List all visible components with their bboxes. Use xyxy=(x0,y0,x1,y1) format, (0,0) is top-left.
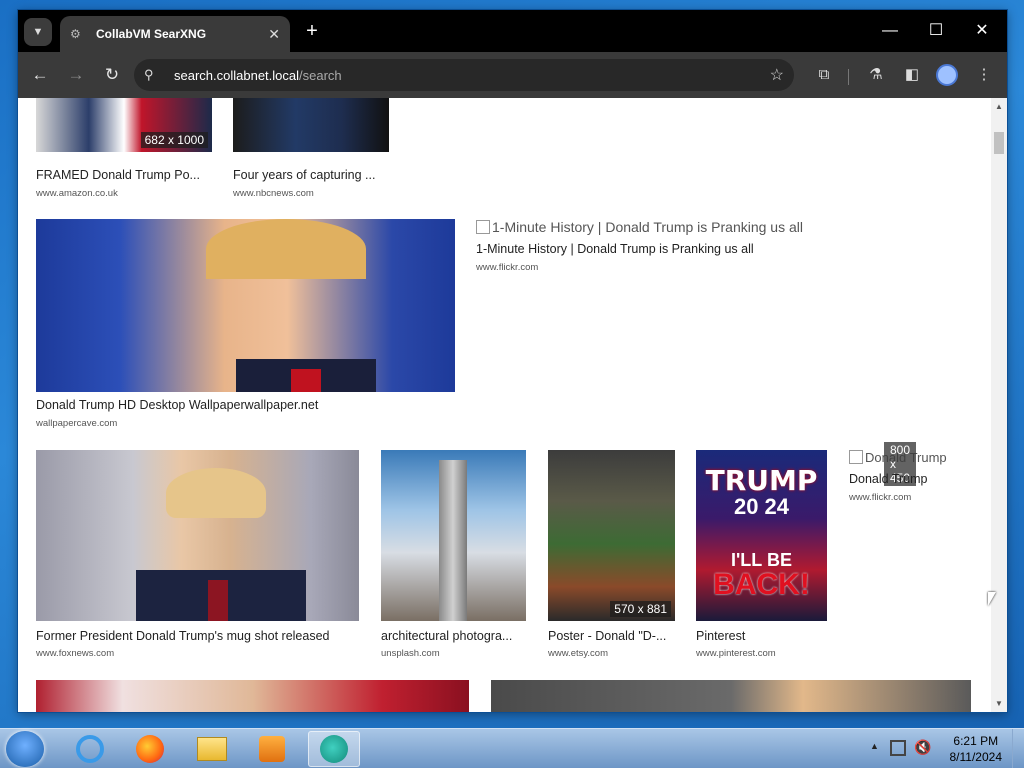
start-button[interactable] xyxy=(6,731,44,767)
result-thumbnail[interactable] xyxy=(491,680,971,712)
volume-muted-icon[interactable]: 🔇 xyxy=(914,739,931,756)
arrow-left-icon: ← xyxy=(31,65,49,84)
show-desktop-button[interactable] xyxy=(1012,729,1024,768)
close-tab-icon[interactable]: ✕ xyxy=(268,26,280,43)
maximize-button[interactable]: ☐ xyxy=(914,16,958,46)
image-dimensions: 570 x 881 xyxy=(610,601,671,617)
result-title[interactable]: Pinterest xyxy=(696,629,826,643)
alt-text: 1-Minute History | Donald Trump is Prank… xyxy=(492,219,803,235)
result-title[interactable]: Former President Donald Trump's mug shot… xyxy=(36,629,360,643)
result-thumbnail[interactable] xyxy=(233,98,389,152)
firefox-icon xyxy=(136,735,164,763)
result-thumbnail[interactable] xyxy=(36,680,469,712)
site-info-icon[interactable]: ⚲ xyxy=(144,67,166,83)
result-title[interactable]: Four years of capturing ... xyxy=(233,168,389,182)
result-source: wallpapercave.com xyxy=(36,418,118,429)
labs-flask-icon[interactable]: ⚗ xyxy=(864,63,888,87)
chevron-down-icon: ▼ xyxy=(32,26,44,38)
hair-shape xyxy=(166,468,266,518)
collabvm-browser-icon xyxy=(320,735,348,763)
title-bar: ▼ ⚙ CollabVM SearXNG ✕ + — ☐ ✕ xyxy=(18,10,1007,52)
building-shape xyxy=(439,460,467,621)
result-source: www.foxnews.com xyxy=(36,648,115,659)
url-host: search.collabnet.local xyxy=(174,67,300,83)
result-source: unsplash.com xyxy=(381,648,440,659)
broken-image-icon xyxy=(849,450,863,464)
result-title[interactable]: FRAMED Donald Trump Po... xyxy=(36,168,214,182)
clock-date: 8/11/2024 xyxy=(949,750,1003,764)
mouse-cursor-icon xyxy=(988,592,996,606)
forward-button[interactable]: → xyxy=(64,63,88,87)
reload-button[interactable]: ↻ xyxy=(100,63,124,87)
result-thumbnail[interactable]: 570 x 881 xyxy=(548,450,675,621)
scroll-down-icon[interactable]: ▼ xyxy=(995,699,1003,708)
taskbar-chrome-active[interactable] xyxy=(308,731,360,767)
scroll-up-icon[interactable]: ▲ xyxy=(995,102,1003,111)
hair-shape xyxy=(206,219,366,279)
minimize-button[interactable]: — xyxy=(868,16,912,46)
taskbar-file-explorer[interactable] xyxy=(186,731,238,767)
url-text[interactable]: search.collabnet.local/search xyxy=(174,68,770,83)
poster-text-trump: TRUMP xyxy=(705,464,818,497)
arrow-right-icon: → xyxy=(67,65,85,84)
browser-window: ▼ ⚙ CollabVM SearXNG ✕ + — ☐ ✕ ← → ↻ ⚲ s… xyxy=(18,10,1007,712)
back-button[interactable]: ← xyxy=(28,63,52,87)
poster-text-year: 20 24 xyxy=(733,494,790,519)
broken-image-icon xyxy=(476,220,490,234)
url-path: /search xyxy=(299,67,342,83)
result-thumbnail[interactable]: 682 x 1000 xyxy=(36,98,212,152)
result-source: www.nbcnews.com xyxy=(233,188,314,199)
result-title[interactable]: Donald Trump xyxy=(849,472,979,486)
vertical-scrollbar[interactable]: ▲ ▼ xyxy=(991,98,1007,712)
tray-show-hidden-icon[interactable]: ▲ xyxy=(870,741,879,751)
searxng-favicon-icon: ⚙ xyxy=(70,27,81,41)
system-clock[interactable]: 6:21 PM 8/11/2024 xyxy=(950,733,1003,765)
tie-shape xyxy=(291,369,321,392)
result-source: www.etsy.com xyxy=(548,648,609,659)
network-icon[interactable] xyxy=(890,740,906,756)
image-dimensions: 682 x 1000 xyxy=(140,132,208,148)
toolbar-separator xyxy=(848,69,849,85)
clock-time: 6:21 PM xyxy=(953,734,999,748)
tab-collabvm-searxng[interactable]: ⚙ CollabVM SearXNG ✕ xyxy=(60,16,290,52)
folder-icon xyxy=(197,737,227,761)
address-bar[interactable]: ⚲ search.collabnet.local/search ☆ xyxy=(134,59,794,91)
extensions-icon[interactable]: ⧉ xyxy=(812,63,836,87)
result-source: www.pinterest.com xyxy=(696,648,776,659)
taskbar: ▲ 🔇 6:21 PM 8/11/2024 xyxy=(0,728,1024,768)
result-title[interactable]: Poster - Donald "D-... xyxy=(548,629,676,643)
taskbar-media-player[interactable] xyxy=(246,731,298,767)
result-source: www.flickr.com xyxy=(849,492,912,503)
result-thumbnail[interactable] xyxy=(36,219,455,392)
internet-explorer-icon xyxy=(76,735,104,763)
tab-title: CollabVM SearXNG xyxy=(96,27,207,41)
poster-text-back: BACK! xyxy=(713,568,810,601)
result-title[interactable]: architectural photogra... xyxy=(381,629,527,643)
broken-image-alt[interactable]: 1-Minute History | Donald Trump is Prank… xyxy=(476,219,803,235)
tie-shape xyxy=(208,580,228,621)
page-content: 682 x 1000 FRAMED Donald Trump Po... www… xyxy=(18,98,1007,712)
tab-search-button[interactable]: ▼ xyxy=(24,18,52,46)
scroll-thumb[interactable] xyxy=(994,132,1004,154)
result-thumbnail[interactable] xyxy=(36,450,359,621)
close-window-button[interactable]: ✕ xyxy=(960,16,1004,46)
browser-toolbar: ← → ↻ ⚲ search.collabnet.local/search ☆ … xyxy=(18,52,1007,98)
menu-kebab-icon[interactable]: ⋮ xyxy=(972,63,996,87)
result-thumbnail[interactable]: TRUMP 20 24 I'LL BE BACK! xyxy=(696,450,827,621)
taskbar-firefox[interactable] xyxy=(124,731,176,767)
result-title[interactable]: 1-Minute History | Donald Trump is Prank… xyxy=(476,242,876,256)
new-tab-button[interactable]: + xyxy=(300,20,324,44)
result-source: www.flickr.com xyxy=(476,262,539,273)
side-panel-icon[interactable]: ◧ xyxy=(900,63,924,87)
bookmark-star-icon[interactable]: ☆ xyxy=(770,65,784,85)
profile-avatar-icon[interactable] xyxy=(936,64,958,86)
result-thumbnail[interactable] xyxy=(381,450,526,621)
result-title[interactable]: Donald Trump HD Desktop Wallpaperwallpap… xyxy=(36,398,456,412)
media-player-icon xyxy=(259,736,285,762)
reload-icon: ↻ xyxy=(104,65,120,84)
taskbar-internet-explorer[interactable] xyxy=(64,731,116,767)
result-source: www.amazon.co.uk xyxy=(36,188,118,199)
